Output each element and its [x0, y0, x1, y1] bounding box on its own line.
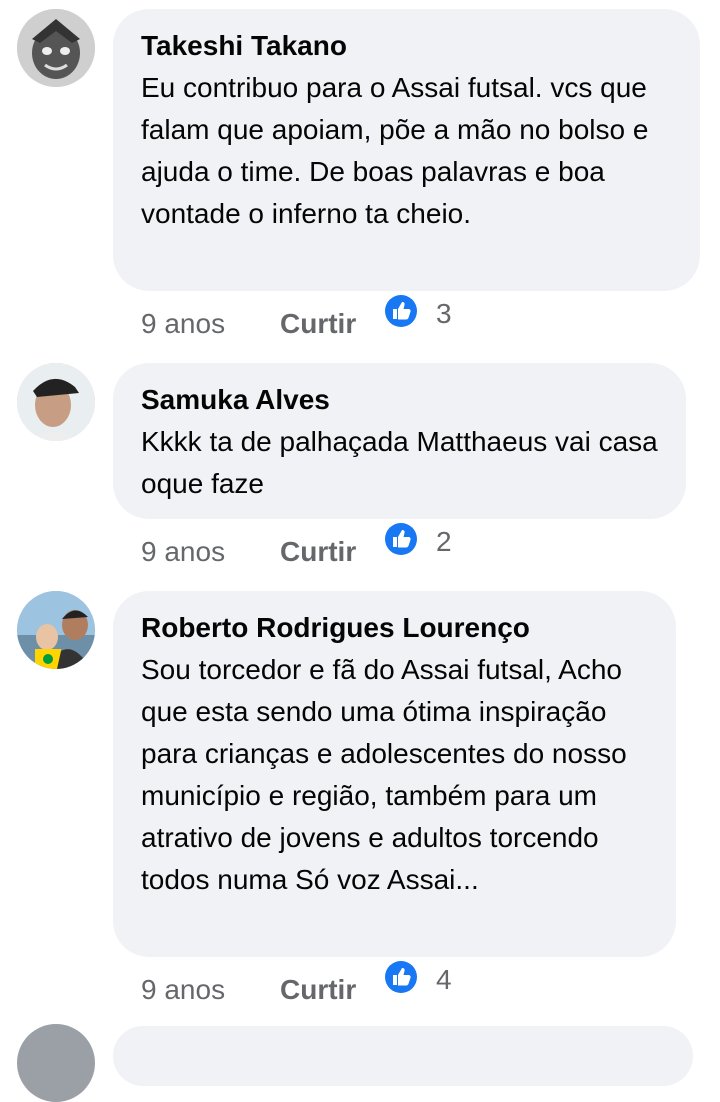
thumbs-up-icon — [384, 522, 418, 556]
comment-timestamp[interactable]: 9 anos — [141, 974, 225, 1006]
reaction-count[interactable]: 4 — [436, 964, 452, 996]
avatar[interactable] — [17, 9, 95, 87]
comment-bubble — [113, 1026, 693, 1086]
comment-timestamp[interactable]: 9 anos — [141, 308, 225, 340]
reaction-count[interactable]: 2 — [436, 526, 452, 558]
comment-text: Sou torcedor e fã do Assai futsal, Acho … — [141, 654, 627, 895]
thumbs-up-icon — [384, 294, 418, 328]
comment-author[interactable]: Takeshi Takano — [141, 29, 672, 63]
like-button[interactable]: Curtir — [280, 308, 356, 340]
comment-text: Eu contribuo para o Assai futsal. vcs qu… — [141, 72, 649, 229]
avatar[interactable] — [17, 363, 95, 441]
avatar[interactable] — [17, 591, 95, 669]
reaction-count[interactable]: 3 — [436, 298, 452, 330]
comment-timestamp[interactable]: 9 anos — [141, 536, 225, 568]
like-button[interactable]: Curtir — [280, 536, 356, 568]
avatar[interactable] — [17, 1024, 95, 1102]
comment-author[interactable]: Samuka Alves — [141, 383, 658, 417]
thumbs-up-icon — [384, 960, 418, 994]
comment-bubble: Takeshi Takano Eu contribuo para o Assai… — [113, 9, 700, 291]
comment-bubble: Samuka Alves Kkkk ta de palhaçada Mattha… — [113, 363, 686, 519]
like-button[interactable]: Curtir — [280, 974, 356, 1006]
comment-bubble: Roberto Rodrigues Lourenço Sou torcedor … — [113, 591, 676, 957]
comment-text: Kkkk ta de palhaçada Matthaeus vai casa … — [141, 426, 658, 499]
comment-author[interactable]: Roberto Rodrigues Lourenço — [141, 611, 648, 645]
